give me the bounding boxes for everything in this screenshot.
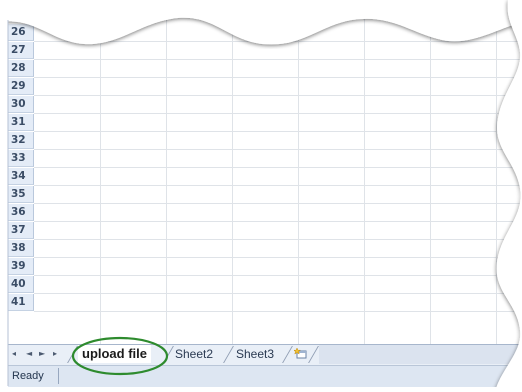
column-gridline: [100, 18, 101, 344]
row-header-29[interactable]: 29: [8, 78, 34, 95]
status-separator: [58, 368, 59, 384]
sheet-tab-bar: ◂ ◄ ► ▸ upload file Sheet2 Sheet3: [8, 344, 522, 365]
row-gridline: [34, 221, 522, 222]
row-header-32[interactable]: 32: [8, 132, 34, 149]
tab-separator: [163, 346, 174, 363]
row-gridline: [34, 131, 522, 132]
previous-sheet-arrow-icon[interactable]: ◄: [26, 348, 32, 360]
next-sheet-arrow-icon[interactable]: ►: [39, 348, 45, 360]
last-sheet-arrow-icon[interactable]: ▸: [53, 348, 57, 360]
row-header-30[interactable]: 30: [8, 96, 34, 113]
row-gridline: [34, 203, 522, 204]
row-gridline: [34, 185, 522, 186]
row-gridline: [34, 77, 522, 78]
column-gridline: [166, 18, 167, 344]
tab-separator: [308, 346, 319, 363]
row-gridline: [34, 59, 522, 60]
row-header-41[interactable]: 41: [8, 294, 34, 311]
spreadsheet-window: 26 27 28 29 30 31 32 33 34 35 36 37 38 39 40 41 ◂ ◄ ► ▸…: [0, 0, 522, 392]
insert-worksheet-icon[interactable]: [294, 348, 307, 359]
column-gridline: [298, 18, 299, 344]
tab-separator: [282, 346, 293, 363]
row-header-36[interactable]: 36: [8, 204, 34, 221]
first-sheet-arrow-icon[interactable]: ◂: [12, 348, 16, 360]
row-header-33[interactable]: 33: [8, 150, 34, 167]
row-gridline: [34, 113, 522, 114]
status-bar: Ready: [8, 365, 522, 387]
row-gridline: [34, 95, 522, 96]
column-gridline: [496, 18, 497, 344]
sheet-tab-sheet2[interactable]: Sheet2: [175, 345, 213, 363]
row-gridline: [34, 311, 522, 312]
horizontal-scroll-area[interactable]: [319, 345, 522, 364]
sheet-tab-sheet3[interactable]: Sheet3: [236, 345, 274, 363]
column-gridline: [430, 18, 431, 344]
row-gridline: [34, 167, 522, 168]
row-header-40[interactable]: 40: [8, 276, 34, 293]
tab-separator: [223, 346, 234, 363]
row-gridline: [34, 257, 522, 258]
worksheet-grid[interactable]: 26 27 28 29 30 31 32 33 34 35 36 37 38 39 40 41: [0, 18, 522, 344]
row-gridline: [34, 275, 522, 276]
row-header-37[interactable]: 37: [8, 222, 34, 239]
row-header-35[interactable]: 35: [8, 186, 34, 203]
row-header-31[interactable]: 31: [8, 114, 34, 131]
column-gridline: [364, 18, 365, 344]
sheet-tab-upload-file[interactable]: upload file: [78, 345, 151, 363]
row-header-26[interactable]: 26: [8, 24, 34, 41]
row-gridline: [34, 149, 522, 150]
row-header-39[interactable]: 39: [8, 258, 34, 275]
column-gridline: [232, 18, 233, 344]
row-gridline: [34, 293, 522, 294]
row-gridline: [34, 239, 522, 240]
row-header-27[interactable]: 27: [8, 42, 34, 59]
row-gridline: [34, 41, 522, 42]
tab-separator: [67, 346, 78, 363]
status-text: Ready: [12, 370, 44, 382]
row-header-34[interactable]: 34: [8, 168, 34, 185]
row-header-38[interactable]: 38: [8, 240, 34, 257]
row-header-28[interactable]: 28: [8, 60, 34, 77]
